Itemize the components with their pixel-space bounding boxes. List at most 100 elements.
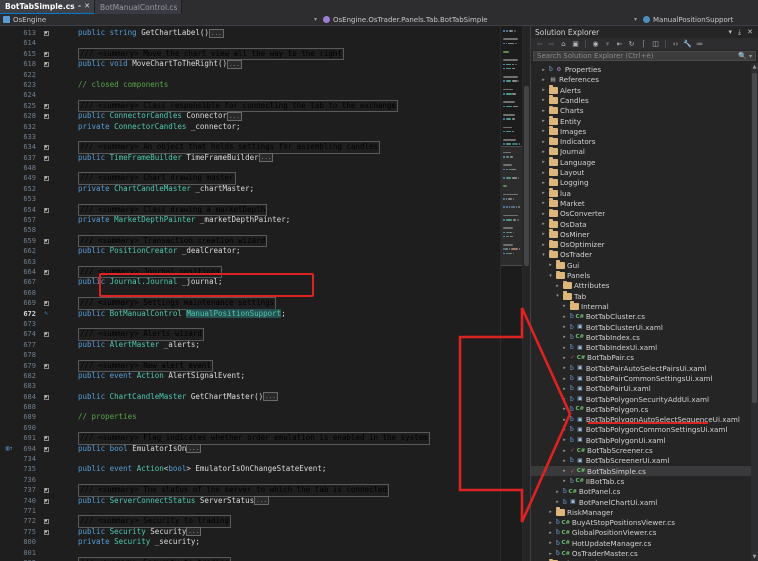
tree-item[interactable]: ▸ lua [531,188,751,198]
search-icon[interactable]: 🔍 [738,52,747,60]
tree-item[interactable]: ▸ Alerts [531,85,751,95]
fold-toggle-icon[interactable]: ▪ [40,153,52,163]
editor-vertical-scrollbar[interactable] [522,26,530,561]
solution-tree[interactable]: ▸ ƀ ⚙ Properties ▸ ▤ References ▸ Alerts ▸ Candles… [531,63,751,561]
chevron-right-icon[interactable]: ▸ [554,489,561,495]
fold-toggle-icon[interactable]: ▪ [40,433,52,443]
tree-item-selected[interactable]: ▸ ✓ C# BotTabSimple.cs [531,466,751,477]
tree-item[interactable]: ▸ ▤ References [531,75,751,85]
show-all-files-icon[interactable]: ◫ [651,39,660,48]
tab-bot-manual-control[interactable]: BotManualControl.cs [94,0,183,14]
fold-toggle-icon[interactable]: ▪ [40,496,52,506]
fold-toggle-icon[interactable]: ▪ [40,267,52,277]
code-line[interactable]: 775 ▪ public Security Security... [0,527,500,537]
chevron-right-icon[interactable]: ▸ [540,128,547,134]
chevron-right-icon[interactable]: ▸ [561,345,568,351]
code-line[interactable]: 677 public AlertMaster _alerts; [0,340,500,350]
bookmark-icon[interactable]: ▥↑ [0,444,14,454]
tree-item[interactable]: ▸ Attributes [531,280,751,291]
chevron-right-icon[interactable]: ▸ [561,324,568,330]
fold-toggle-icon[interactable]: ▪ [40,101,52,111]
navbar-member-dropdown[interactable]: ManualPositionSupport [640,16,758,24]
properties-icon[interactable]: ◉ [591,39,600,48]
tree-item[interactable]: ▸ ƀ C# BotTabCluster.cs [531,312,751,322]
tree-item[interactable]: ▾ OsTrader [531,249,751,260]
code-line[interactable]: 618 ▪ public void MoveChartToTheRight()... [0,59,500,69]
fold-toggle-icon[interactable]: ▪ [40,236,52,246]
code-line[interactable]: 674 ▪/// <summary> Alerts wizard [0,328,500,341]
chevron-right-icon[interactable]: ▸ [540,149,547,155]
chevron-right-icon[interactable]: ▸ [561,365,568,371]
chevron-right-icon[interactable]: ▸ [561,448,568,454]
chevron-right-icon[interactable]: ▸ [561,376,568,382]
back-arrow-icon[interactable]: ⇦ [535,39,544,48]
code-line[interactable]: 689 // properties [0,412,500,422]
preview-icon[interactable]: ⇤ [615,39,624,48]
tree-item[interactable]: ▸ ƀ C# BotPanel.cs [531,487,751,497]
fold-toggle-icon[interactable]: ▪ [40,485,52,495]
scroll-up-arrow-icon[interactable]: ▲ [751,64,758,70]
code-minimap[interactable] [500,26,522,561]
code-editor[interactable]: 613 ▪ public string GetChartLabel()... 614 6… [0,26,500,561]
code-line[interactable]: 657 private MarketDepthPainter _marketDep… [0,215,500,225]
code-line[interactable]: 652 private ChartCandleMaster _chartMaste… [0,184,500,194]
tree-item[interactable]: ▸ ƀ C# HotUpdateManager.cs [531,538,751,548]
code-line[interactable]: 654 ▪/// <summary> Class drawing a market… [0,203,500,217]
code-line[interactable]: 632 private ConnectorCandles _connector; [0,122,500,132]
tree-item[interactable]: ▸ ƀ C# GlobalPositionViewer.cs [531,528,751,538]
fold-toggle-icon[interactable]: ▪ [40,298,52,308]
code-line[interactable]: 669 ▪/// <summary> Settings maintenance s… [0,297,500,310]
tree-item[interactable]: ▸ Indicators [531,136,751,147]
code-line[interactable]: 691 ▪/// <summary> Flag indicates whether… [0,432,500,445]
tree-item[interactable]: ▾ Tab [531,291,751,301]
chevron-down-icon[interactable]: ▾ [554,293,561,299]
chevron-right-icon[interactable]: ▸ [547,520,554,526]
tree-item[interactable]: ▸ OsMiner [531,229,751,239]
home-icon[interactable]: ⌂ [559,39,568,48]
pin-icon[interactable]: – [78,3,82,10]
chevron-down-icon[interactable]: ▾ [540,252,547,258]
chevron-right-icon[interactable]: ▸ [561,417,568,423]
chevron-right-icon[interactable]: ▸ [540,170,547,176]
fold-toggle-icon[interactable]: ▪ [40,142,52,152]
chevron-right-icon[interactable]: ▸ [561,396,568,402]
tree-item[interactable]: ▸ ƀ C# BotTabPolygon.cs [531,404,751,414]
tree-item[interactable]: ▸ Journal [531,146,751,157]
tree-item[interactable]: ▸ ✓ C# BotTabPair.cs [531,353,751,363]
code-line[interactable]: 672 ✎ public BotManualControl ManualPositi… [0,308,500,319]
collapse-all-icon[interactable]: ⎰ [639,39,648,48]
scrollbar-thumb[interactable] [752,73,757,404]
minimap-viewport[interactable] [501,146,522,266]
chevron-right-icon[interactable]: ▸ [561,386,568,392]
chevron-down-icon[interactable]: ▾ [728,28,734,36]
sync-with-document-icon[interactable]: ▣ [571,39,580,48]
chevron-right-icon[interactable]: ▸ [561,355,568,361]
refresh-icon[interactable]: ↻ [627,39,636,48]
code-line[interactable]: 628 ▪ public ConnectorCandles Connector... [0,111,500,121]
designer-view-icon[interactable]: 🔧 [683,39,692,48]
code-line[interactable]: 662 public PositionCreator _dealCreator; [0,246,500,256]
code-line[interactable]: 649 ▪/// <summary> Chart drawing master [0,172,500,185]
chevron-right-icon[interactable]: ▸ [540,118,547,124]
chevron-right-icon[interactable]: ▸ [540,139,547,145]
scrollbar-thumb[interactable] [524,86,529,266]
fold-toggle-icon[interactable]: ▪ [40,28,52,38]
code-line[interactable]: 634 ▪/// <summary> An object that holds s… [0,141,500,154]
tree-item[interactable]: ▸ ƀ ▣ BotTabPairAutoSelectPairsUi.xaml [531,363,751,373]
chevron-right-icon[interactable]: ▸ [540,211,547,217]
tree-item[interactable]: ▸ ƀ ▣ BotTabPolygonUi.xaml [531,435,751,445]
close-icon[interactable]: ✕ [746,28,754,36]
code-line[interactable]: 659 ▪/// <summary> Transaction creation w… [0,234,500,248]
chevron-right-icon[interactable]: ▸ [547,540,554,546]
tree-item[interactable]: ▸ OsOptimizer [531,239,751,250]
chevron-right-icon[interactable]: ▸ [561,458,568,464]
code-line[interactable]: 740 ▪ public ServerConnectStatus ServerSta… [0,496,500,506]
chevron-right-icon[interactable]: ▸ [540,200,547,206]
tree-item[interactable]: ▸ ƀ C# OsTraderMaster.cs [531,548,751,558]
chevron-right-icon[interactable]: ▸ [540,97,547,103]
chevron-right-icon[interactable]: ▸ [547,509,554,515]
chevron-right-icon[interactable]: ▸ [561,437,568,443]
tree-item[interactable]: ▸ Internal [531,301,751,311]
tree-item[interactable]: ▸ ƀ ▣ BotTabPolygonSecurityAddUi.xaml [531,394,751,404]
fold-toggle-icon[interactable]: ▪ [40,59,52,69]
